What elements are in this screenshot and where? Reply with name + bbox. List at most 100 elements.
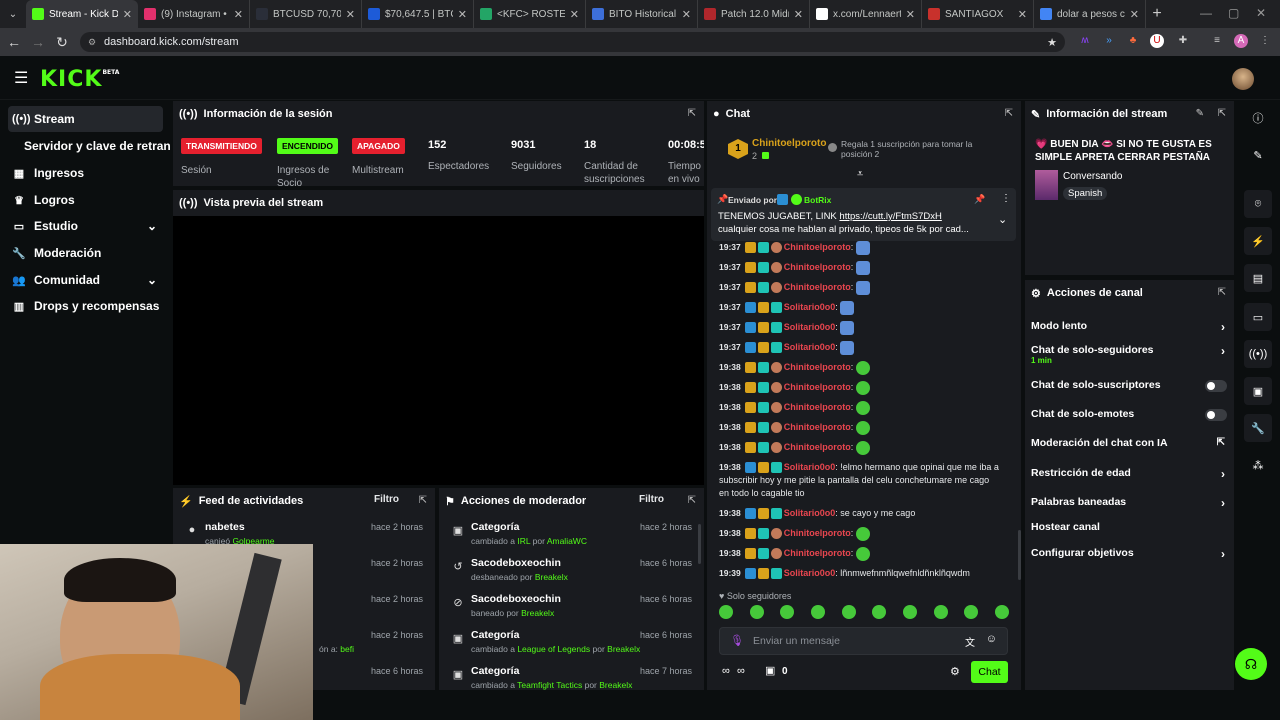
close-tab-icon[interactable]: ✕ <box>794 8 803 21</box>
close-tab-icon[interactable]: ✕ <box>346 8 355 21</box>
emote-shortcut[interactable] <box>902 605 917 619</box>
community-icon[interactable]: ⁂ <box>1244 451 1272 479</box>
close-tab-icon[interactable]: ✕ <box>458 8 467 21</box>
emote-shortcut[interactable] <box>933 605 948 619</box>
emote-shortcut[interactable] <box>872 605 887 619</box>
popout-icon[interactable]: ⇱ <box>1218 108 1226 119</box>
browser-tab[interactable]: Stream - Kick Das ✕ <box>26 0 138 28</box>
help-support-button[interactable]: ☊ <box>1235 648 1267 680</box>
reload-button[interactable]: ↻ <box>50 34 74 51</box>
channel-action-6[interactable]: Palabras baneadas › <box>1031 496 1227 514</box>
user-avatar[interactable] <box>1232 68 1254 90</box>
microphone-icon[interactable]: 🎙 <box>730 634 744 647</box>
edit-pencil-icon[interactable]: ✎ <box>1196 108 1204 119</box>
msg-username[interactable]: Chinitoelporoto <box>784 362 851 372</box>
info-icon[interactable]: ⓘ <box>1244 104 1272 132</box>
msg-username[interactable]: Chinitoelporoto <box>784 422 851 432</box>
sidebar-item-logros[interactable]: ♛ Logros <box>8 187 163 213</box>
broadcast-icon[interactable]: ((•)) <box>1244 340 1272 368</box>
browser-tab[interactable]: BTCUSD 70,700 ▲ ✕ <box>250 0 362 28</box>
document-icon[interactable]: ▤ <box>1244 264 1272 292</box>
category-name[interactable]: Conversando <box>1063 171 1122 182</box>
emote-shortcut[interactable] <box>780 605 795 619</box>
popout-icon[interactable]: ⇱ <box>1005 108 1013 119</box>
msg-username[interactable]: Chinitoelporoto <box>784 282 851 292</box>
sidebar-item-comunidad[interactable]: 👥 Comunidad ⌄ <box>8 267 163 293</box>
browser-tab[interactable]: Patch 12.0 Midnig ✕ <box>698 0 810 28</box>
channel-action-5[interactable]: Restricción de edad › <box>1031 467 1227 485</box>
new-tab-button[interactable]: + <box>1146 5 1168 23</box>
close-tab-icon[interactable]: ✕ <box>123 8 132 21</box>
emoji-picker-icon[interactable]: ☺ <box>986 633 997 645</box>
scrollbar[interactable] <box>698 524 701 564</box>
channel-action-4[interactable]: Moderación del chat con IA ⇱ <box>1031 437 1227 455</box>
lightning-icon[interactable]: ⚡ <box>1244 227 1272 255</box>
msg-username[interactable]: Chinitoelporoto <box>784 528 851 538</box>
pinned-link[interactable]: https://cutt.ly/FtmS7DxH <box>839 211 941 222</box>
back-button[interactable]: ← <box>2 34 26 50</box>
popout-icon[interactable]: ⇱ <box>419 495 427 506</box>
url-field[interactable]: ⚙ dashboard.kick.com/stream ★ <box>80 32 1065 52</box>
browser-tab[interactable]: (9) Instagram • M ✕ <box>138 0 250 28</box>
channel-action-8[interactable]: Configurar objetivos › <box>1031 547 1227 565</box>
popout-icon[interactable]: ⇱ <box>688 495 696 506</box>
popout-icon[interactable]: ⇱ <box>1218 287 1226 298</box>
category-thumbnail[interactable] <box>1035 170 1058 200</box>
extension-icon[interactable]: U <box>1150 34 1164 48</box>
chevron-down-icon[interactable]: ⌄ <box>998 213 1007 226</box>
browser-tab[interactable]: $70,647.5 | BTCU ✕ <box>362 0 474 28</box>
more-options-icon[interactable]: ⋮ <box>1001 193 1011 204</box>
msg-username[interactable]: Chinitoelporoto <box>784 382 851 392</box>
collapse-leaderboard-icon[interactable]: ⩡ <box>857 168 863 181</box>
kick-logo[interactable]: KICKBETA <box>40 67 119 92</box>
bookmark-star-icon[interactable]: ★ <box>1047 36 1057 49</box>
msg-username[interactable]: Solitario0o0 <box>784 342 836 352</box>
sidebar-item-estudio[interactable]: ▭ Estudio ⌄ <box>8 213 163 239</box>
emote-shortcut[interactable] <box>749 605 764 619</box>
sidebar-item-server-key[interactable]: Servidor y clave de retransm <box>20 133 170 159</box>
edit-layout-icon[interactable]: ✎ <box>1244 141 1272 169</box>
channel-action-0[interactable]: Modo lento › <box>1031 320 1227 338</box>
close-tab-icon[interactable]: ✕ <box>1018 8 1027 21</box>
chat-send-button[interactable]: Chat <box>971 661 1008 683</box>
extension-icon[interactable]: ʍ <box>1078 34 1092 48</box>
unpin-icon[interactable]: 📌 <box>974 194 985 205</box>
popout-icon[interactable]: ⇱ <box>688 108 696 119</box>
filter-button[interactable]: Filtro <box>374 494 399 505</box>
reading-list-icon[interactable]: ≡ <box>1210 34 1224 48</box>
browser-tab[interactable]: x.com/LennaertSn ✕ <box>810 0 922 28</box>
site-info-icon[interactable]: ⚙ <box>88 37 96 48</box>
browser-tab[interactable]: dolar a pesos chi ✕ <box>1034 0 1146 28</box>
tab-search-icon[interactable]: ⌄ <box>0 9 26 20</box>
msg-username[interactable]: Solitario0o0 <box>784 568 836 578</box>
hamburger-menu-icon[interactable]: ☰ <box>14 68 28 88</box>
extension-icon[interactable]: » <box>1102 34 1116 48</box>
msg-username[interactable]: Solitario0o0 <box>784 462 836 472</box>
emote-shortcut[interactable] <box>719 605 733 619</box>
chat-bubble-icon[interactable]: ▭ <box>1244 303 1272 331</box>
msg-username[interactable]: Chinitoelporoto <box>784 548 851 558</box>
chat-input-box[interactable]: 🎙 Enviar un mensaje 文 ☺ <box>719 627 1008 655</box>
close-window-icon[interactable]: ✕ <box>1256 6 1266 20</box>
msg-username[interactable]: Chinitoelporoto <box>784 242 851 252</box>
top-gifter-name[interactable]: Chinitoelporoto <box>752 138 826 149</box>
minimize-icon[interactable]: — <box>1200 6 1212 20</box>
sidebar-item-stream[interactable]: ((•)) Stream <box>8 106 163 132</box>
msg-username[interactable]: Solitario0o0 <box>784 508 836 518</box>
msg-username[interactable]: Chinitoelporoto <box>784 262 851 272</box>
msg-username[interactable]: Solitario0o0 <box>784 322 836 332</box>
emote-shortcut[interactable] <box>994 605 1009 619</box>
close-tab-icon[interactable]: ✕ <box>234 8 243 21</box>
sidebar-item-drops[interactable]: ▥ Drops y recompensas <box>8 293 163 319</box>
toggle-switch[interactable] <box>1205 380 1227 392</box>
channel-action-7[interactable]: Hostear canal <box>1031 521 1227 539</box>
close-tab-icon[interactable]: ✕ <box>1130 8 1139 21</box>
msg-username[interactable]: Chinitoelporoto <box>784 442 851 452</box>
close-tab-icon[interactable]: ✕ <box>682 8 691 21</box>
community-goal-icon[interactable]: ∞ <box>722 665 730 677</box>
wrench-icon[interactable]: 🔧 <box>1244 414 1272 442</box>
profile-avatar[interactable]: A <box>1234 34 1248 48</box>
sidebar-item-moderacion[interactable]: 🔧 Moderación <box>8 240 163 266</box>
pinned-author[interactable]: BotRix <box>804 195 831 205</box>
emote-shortcut[interactable] <box>841 605 856 619</box>
